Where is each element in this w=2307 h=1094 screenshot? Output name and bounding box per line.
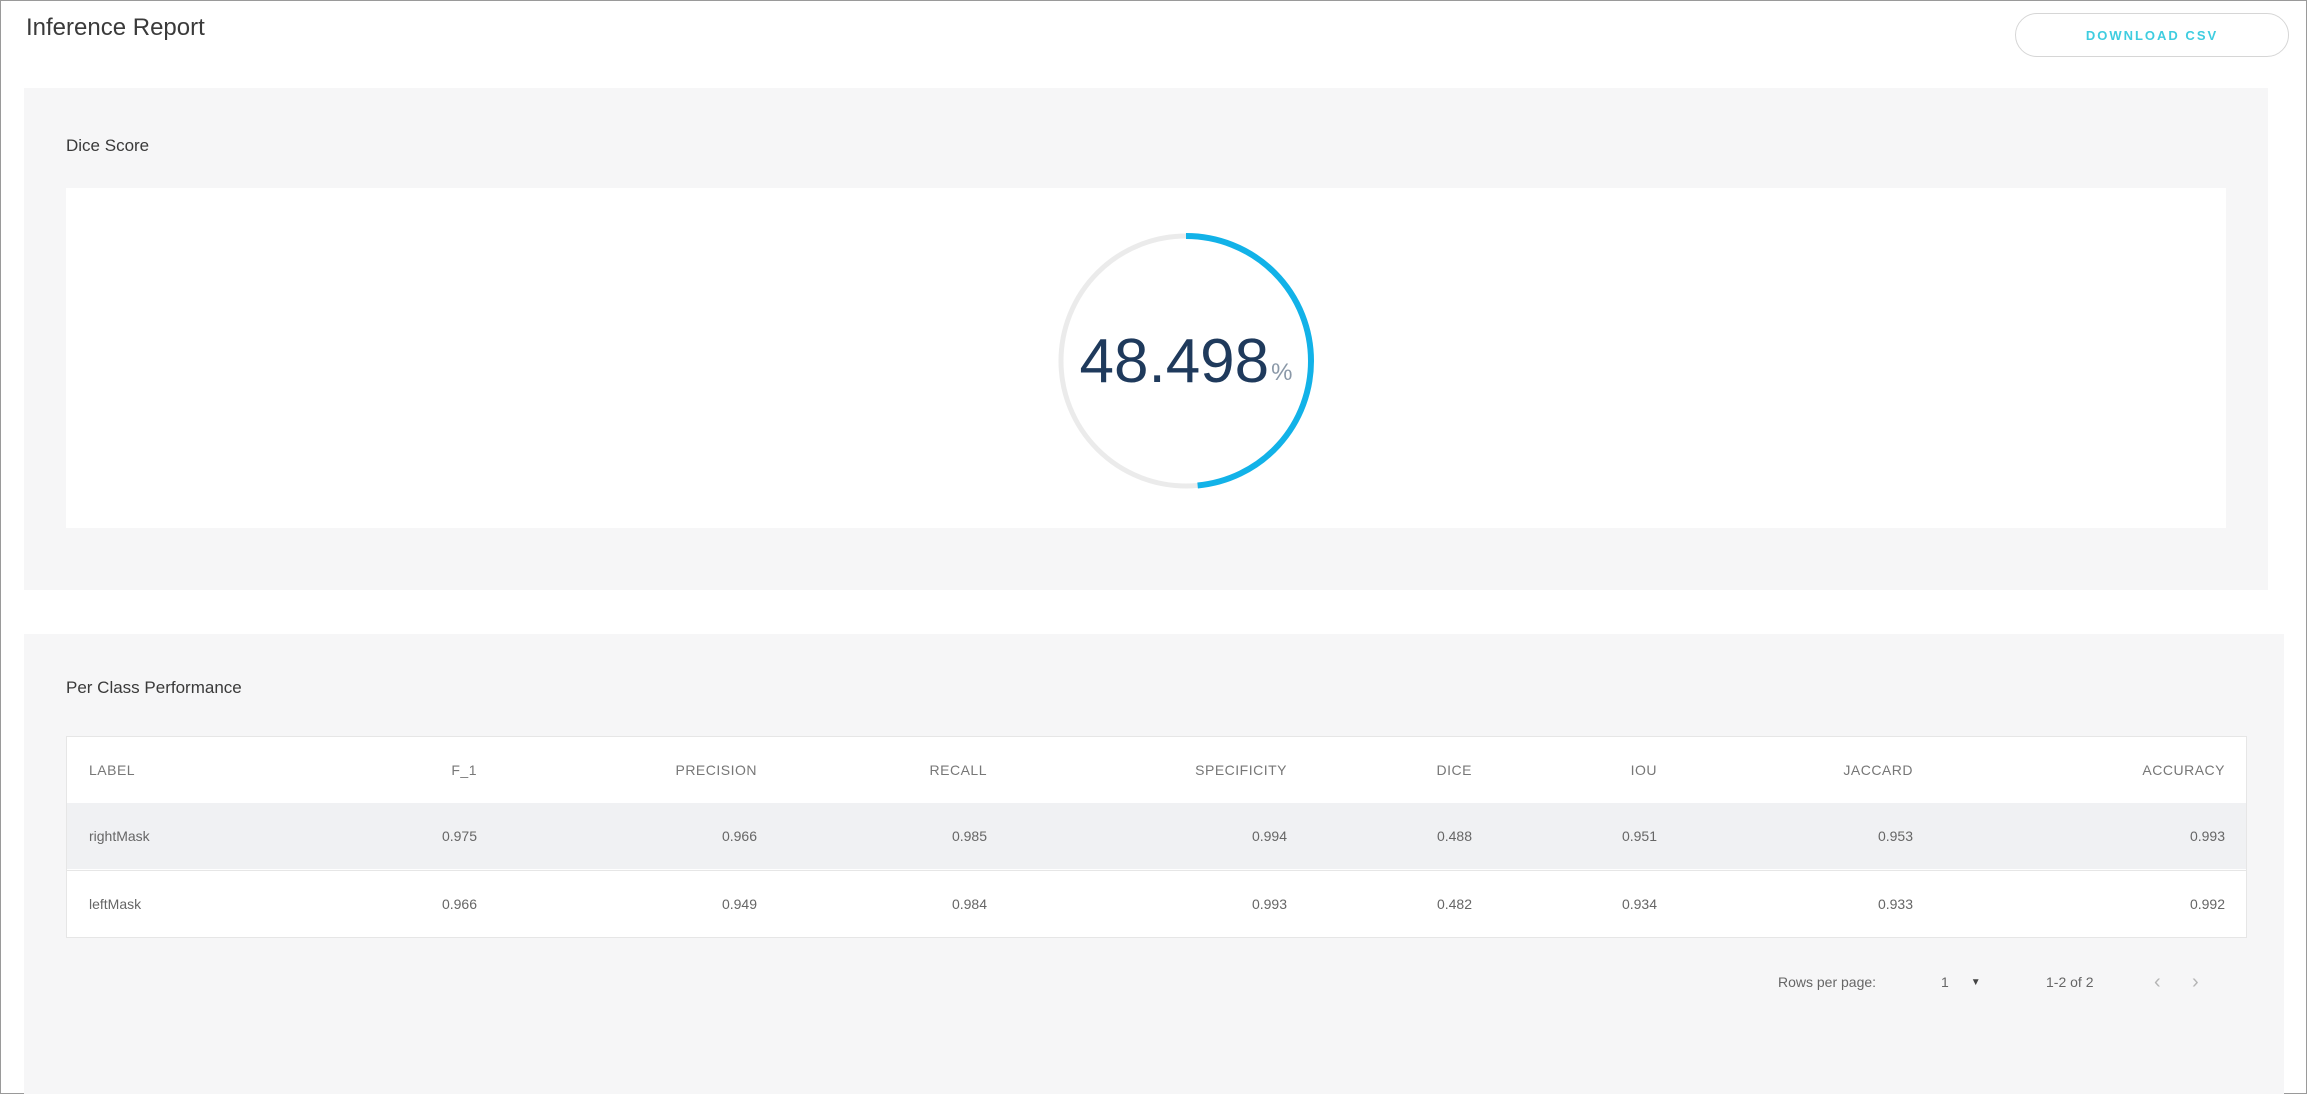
cell-jaccard: 0.953 xyxy=(1877,828,1913,844)
dice-score-title: Dice Score xyxy=(66,136,150,155)
cell-recall: 0.984 xyxy=(951,896,987,912)
cell-recall: 0.985 xyxy=(951,828,987,844)
per-class-performance-panel: Per Class Performance LABEL F_1 PRECISIO… xyxy=(24,634,2284,1094)
cell-accuracy: 0.993 xyxy=(2189,828,2225,844)
column-header-label[interactable]: LABEL xyxy=(89,737,269,803)
chevron-left-icon[interactable]: ‹ xyxy=(2154,970,2161,994)
table-header-row: LABEL F_1 PRECISION RECALL SPECIFICITY D… xyxy=(67,737,2246,803)
dice-score-unit: % xyxy=(1271,359,1293,386)
column-header-accuracy[interactable]: ACCURACY xyxy=(1979,737,2225,803)
cell-f1: 0.966 xyxy=(441,896,477,912)
rows-per-page-select[interactable]: 1 ▼ xyxy=(1941,970,1981,994)
chevron-right-icon[interactable]: › xyxy=(2192,970,2199,994)
table-row[interactable]: rightMask 0.975 0.966 0.985 0.994 0.488 … xyxy=(67,803,2246,869)
cell-iou: 0.951 xyxy=(1621,828,1657,844)
download-csv-button[interactable]: DOWNLOAD CSV xyxy=(2015,13,2289,57)
rows-per-page-label: Rows per page: xyxy=(1778,974,1877,990)
cell-precision: 0.966 xyxy=(721,828,757,844)
dice-score-card: 48.498 % xyxy=(66,188,2226,528)
column-header-jaccard[interactable]: JACCARD xyxy=(1683,737,1913,803)
pagination-range: 1-2 of 2 xyxy=(2046,974,2094,990)
cell-f1: 0.975 xyxy=(441,828,477,844)
cell-accuracy: 0.992 xyxy=(2189,896,2225,912)
cell-jaccard: 0.933 xyxy=(1877,896,1913,912)
cell-precision: 0.949 xyxy=(721,896,757,912)
cell-iou: 0.934 xyxy=(1621,896,1657,912)
column-header-iou[interactable]: IOU xyxy=(1427,737,1657,803)
page-title: Inference Report xyxy=(26,14,205,41)
table-row[interactable]: leftMask 0.966 0.949 0.984 0.993 0.482 0… xyxy=(67,870,2246,937)
per-class-table: LABEL F_1 PRECISION RECALL SPECIFICITY D… xyxy=(66,736,2247,938)
dice-score-value: 48.498 xyxy=(1079,326,1270,396)
column-header-recall[interactable]: RECALL xyxy=(757,737,987,803)
column-header-precision[interactable]: PRECISION xyxy=(527,737,757,803)
per-class-performance-title: Per Class Performance xyxy=(66,678,242,697)
dice-score-value-wrap: 48.498 % xyxy=(1041,216,1331,506)
column-header-f1[interactable]: F_1 xyxy=(247,737,477,803)
cell-label: rightMask xyxy=(89,828,150,844)
dice-score-panel: Dice Score 48.498 % xyxy=(24,88,2268,590)
cell-label: leftMask xyxy=(89,896,142,912)
dropdown-caret-icon: ▼ xyxy=(1970,976,1981,988)
rows-per-page-value: 1 xyxy=(1941,974,1949,990)
